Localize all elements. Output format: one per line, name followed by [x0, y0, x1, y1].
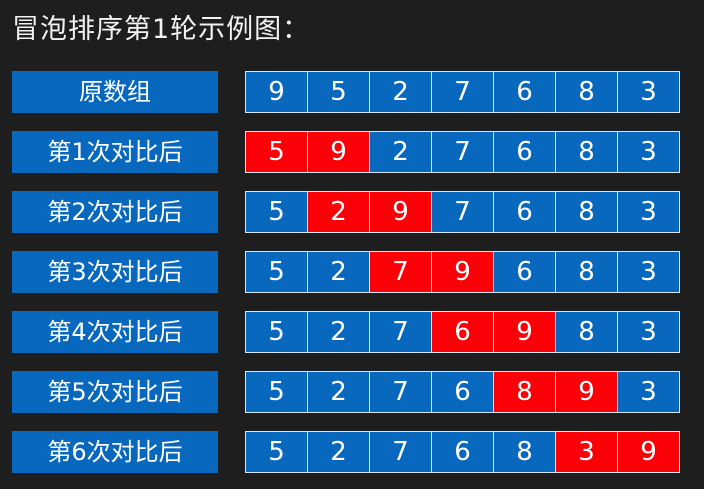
array-cell: 3	[617, 191, 680, 233]
array-cell: 7	[431, 191, 494, 233]
array-cells: 5 9 2 7 6 8 3	[245, 131, 680, 173]
array-cells: 5 2 7 6 8 3 9	[245, 431, 680, 473]
array-cell: 2	[307, 251, 370, 293]
array-cell-highlighted: 9	[431, 251, 494, 293]
array-cell-highlighted: 8	[493, 371, 556, 413]
array-cell: 6	[431, 431, 494, 473]
row-comparison-1: 第1次对比后 5 9 2 7 6 8 3	[12, 131, 690, 173]
array-cell: 7	[369, 431, 432, 473]
array-cell: 2	[369, 131, 432, 173]
array-cells: 5 2 7 6 8 9 3	[245, 371, 680, 413]
array-cell: 8	[555, 191, 618, 233]
array-cell-highlighted: 3	[555, 431, 618, 473]
array-cell: 3	[617, 371, 680, 413]
array-cell-highlighted: 9	[617, 431, 680, 473]
array-cell: 9	[245, 71, 308, 113]
array-cell: 5	[245, 251, 308, 293]
row-comparison-4: 第4次对比后 5 2 7 6 9 8 3	[12, 311, 690, 353]
array-cell: 6	[493, 131, 556, 173]
row-label: 第5次对比后	[12, 371, 218, 413]
array-cell: 7	[431, 71, 494, 113]
array-cell-highlighted: 5	[245, 131, 308, 173]
array-cell: 7	[369, 311, 432, 353]
row-label: 第3次对比后	[12, 251, 218, 293]
array-cell-highlighted: 7	[369, 251, 432, 293]
row-label: 第1次对比后	[12, 131, 218, 173]
row-comparison-2: 第2次对比后 5 2 9 7 6 8 3	[12, 191, 690, 233]
array-cell-highlighted: 9	[555, 371, 618, 413]
array-cell: 6	[431, 371, 494, 413]
array-cell: 5	[245, 311, 308, 353]
array-cell: 2	[307, 431, 370, 473]
array-cell: 5	[245, 191, 308, 233]
array-cell-highlighted: 9	[369, 191, 432, 233]
array-cells: 5 2 9 7 6 8 3	[245, 191, 680, 233]
array-cells: 5 2 7 9 6 8 3	[245, 251, 680, 293]
array-cell: 3	[617, 311, 680, 353]
array-cell-highlighted: 9	[493, 311, 556, 353]
array-cell: 5	[307, 71, 370, 113]
array-cell: 5	[245, 371, 308, 413]
array-cell: 7	[369, 371, 432, 413]
row-label: 第4次对比后	[12, 311, 218, 353]
array-cell: 8	[555, 251, 618, 293]
array-cells: 5 2 7 6 9 8 3	[245, 311, 680, 353]
array-cell: 2	[307, 371, 370, 413]
array-cell-highlighted: 2	[307, 191, 370, 233]
array-cell-highlighted: 6	[431, 311, 494, 353]
array-cell: 6	[493, 251, 556, 293]
row-original: 原数组 9 5 2 7 6 8 3	[12, 71, 690, 113]
array-cell: 3	[617, 251, 680, 293]
row-comparison-5: 第5次对比后 5 2 7 6 8 9 3	[12, 371, 690, 413]
row-label: 第2次对比后	[12, 191, 218, 233]
array-cell: 2	[369, 71, 432, 113]
row-label: 第6次对比后	[12, 431, 218, 473]
row-comparison-3: 第3次对比后 5 2 7 9 6 8 3	[12, 251, 690, 293]
row-label: 原数组	[12, 71, 218, 113]
array-cell: 6	[493, 191, 556, 233]
row-comparison-6: 第6次对比后 5 2 7 6 8 3 9	[12, 431, 690, 473]
array-cell: 2	[307, 311, 370, 353]
array-cell: 7	[431, 131, 494, 173]
array-cell: 5	[245, 431, 308, 473]
array-cell: 8	[555, 131, 618, 173]
array-cell: 8	[493, 431, 556, 473]
array-cell: 3	[617, 131, 680, 173]
array-cell: 6	[493, 71, 556, 113]
array-cell: 8	[555, 71, 618, 113]
array-cells: 9 5 2 7 6 8 3	[245, 71, 680, 113]
array-cell: 3	[617, 71, 680, 113]
array-cell-highlighted: 9	[307, 131, 370, 173]
diagram-title: 冒泡排序第1轮示例图：	[12, 14, 311, 45]
array-cell: 8	[555, 311, 618, 353]
